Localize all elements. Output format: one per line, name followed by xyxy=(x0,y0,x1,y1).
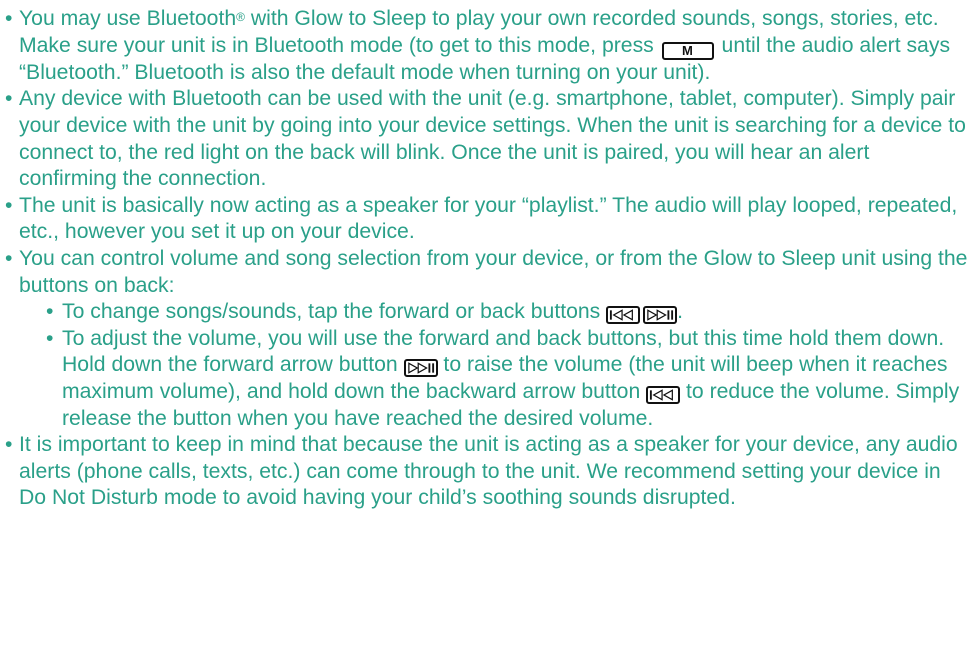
text-segment: You may use Bluetooth xyxy=(19,7,237,30)
registered-mark: ® xyxy=(236,10,245,24)
instructions-page: You may use Bluetooth® with Glow to Slee… xyxy=(0,0,979,646)
sub-bullet-list: To change songs/sounds, tap the forward … xyxy=(19,299,969,432)
text-segment: . xyxy=(677,300,684,324)
skip-forward-icon xyxy=(643,306,678,325)
text-segment: You can control volume and song selectio… xyxy=(19,247,968,297)
bullet-pairing: Any device with Bluetooth can be used wi… xyxy=(4,86,969,192)
bullet-controls: You can control volume and song selectio… xyxy=(4,246,969,432)
text-segment: To change songs/sounds, tap the forward … xyxy=(62,300,607,324)
bullet-list: You may use Bluetooth® with Glow to Slee… xyxy=(4,6,969,512)
skip-back-icon xyxy=(606,306,641,325)
bullet-bluetooth-mode: You may use Bluetooth® with Glow to Slee… xyxy=(4,6,969,86)
skip-back-icon xyxy=(646,386,681,405)
skip-forward-icon xyxy=(403,359,438,378)
sub-bullet-change-songs: To change songs/sounds, tap the forward … xyxy=(19,299,969,326)
bullet-audio-alerts: It is important to keep in mind that bec… xyxy=(4,432,969,512)
sub-bullet-adjust-volume: To adjust the volume, you will use the f… xyxy=(19,326,969,432)
mode-button-icon: M xyxy=(661,41,714,60)
bullet-speaker: The unit is basically now acting as a sp… xyxy=(4,193,969,246)
